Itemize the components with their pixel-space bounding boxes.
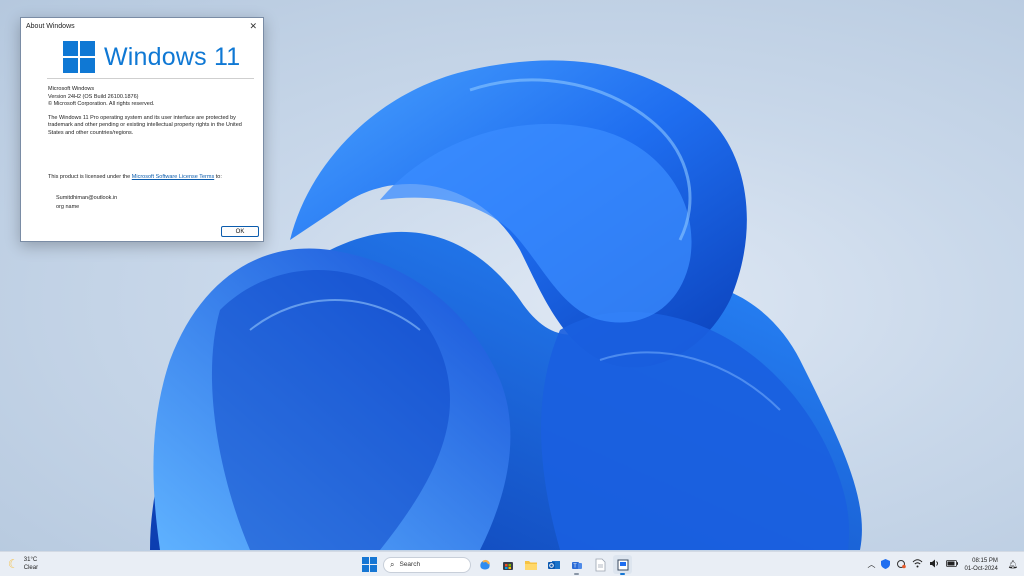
search-placeholder: Search — [399, 561, 421, 568]
license-statement: This product is licensed under the Micro… — [48, 174, 253, 181]
copilot-icon[interactable] — [475, 555, 494, 574]
volume-icon[interactable] — [929, 559, 940, 570]
ok-button[interactable]: OK — [221, 226, 259, 237]
license-prefix: This product is licensed under the — [48, 174, 132, 180]
outlook-icon[interactable] — [544, 555, 563, 574]
windows-logo: Windows 11 — [63, 41, 240, 73]
weather-widget[interactable]: ☾ 31°C Clear — [8, 555, 38, 573]
file-explorer-icon[interactable] — [521, 555, 540, 574]
org-name: org name — [56, 203, 80, 210]
system-tray: ︿ 08:15 PM 01-Oct-2024 🔔︎ — [867, 555, 1018, 574]
wifi-icon[interactable] — [912, 559, 923, 570]
windows-logo-icon — [63, 41, 95, 73]
sync-icon[interactable] — [896, 559, 907, 571]
about-window-taskbar-icon[interactable] — [613, 555, 632, 575]
close-icon[interactable]: ✕ — [249, 18, 257, 34]
clock-date: 01-Oct-2024 — [964, 565, 998, 572]
weather-temp: 31°C — [23, 557, 38, 563]
dialog-title: About Windows — [26, 22, 75, 30]
taskbar-search[interactable]: ⌕ Search — [383, 556, 471, 573]
dialog-titlebar[interactable]: About Windows ✕ — [21, 18, 263, 34]
clock[interactable]: 08:15 PM 01-Oct-2024 — [964, 557, 997, 573]
windows-start-icon — [362, 557, 377, 572]
license-suffix: to: — [214, 174, 222, 180]
taskbar-apps: ⌕ Search T — [360, 555, 632, 575]
copyright-text: © Microsoft Corporation. All rights rese… — [48, 101, 155, 108]
battery-icon[interactable] — [946, 560, 959, 569]
about-windows-dialog: About Windows ✕ Windows 11 Microsoft Win… — [20, 17, 264, 242]
licensee-info: Sumitdhiman@outlook.in org name — [56, 194, 117, 211]
start-button[interactable] — [360, 555, 379, 574]
defender-icon[interactable] — [881, 558, 891, 571]
notepad-icon[interactable] — [590, 555, 609, 574]
logo-text: Windows 11 — [104, 42, 241, 71]
search-icon: ⌕ — [390, 559, 395, 569]
license-terms-link[interactable]: Microsoft Software License Terms — [132, 174, 214, 180]
moon-icon: ☾ — [8, 557, 19, 571]
version-info: Microsoft Windows Version 24H2 (OS Build… — [48, 86, 253, 138]
product-name: Microsoft Windows — [48, 86, 95, 92]
taskbar: ☾ 31°C Clear ⌕ Search T ︿ 08:15 PM 01-Oc… — [0, 551, 1024, 576]
licensed-user: Sumitdhiman@outlook.in — [56, 195, 118, 201]
notification-bell-icon[interactable]: 🔔︎ — [1008, 560, 1018, 569]
divider — [47, 78, 254, 79]
chevron-up-icon[interactable]: ︿ — [867, 559, 875, 570]
legal-text: The Windows 11 Pro operating system and … — [48, 114, 242, 136]
store-icon[interactable] — [498, 555, 517, 574]
desktop: About Windows ✕ Windows 11 Microsoft Win… — [0, 0, 1024, 551]
teams-icon[interactable]: T — [567, 555, 586, 575]
clock-time: 08:15 PM — [972, 557, 998, 564]
weather-condition: Clear — [23, 565, 39, 571]
